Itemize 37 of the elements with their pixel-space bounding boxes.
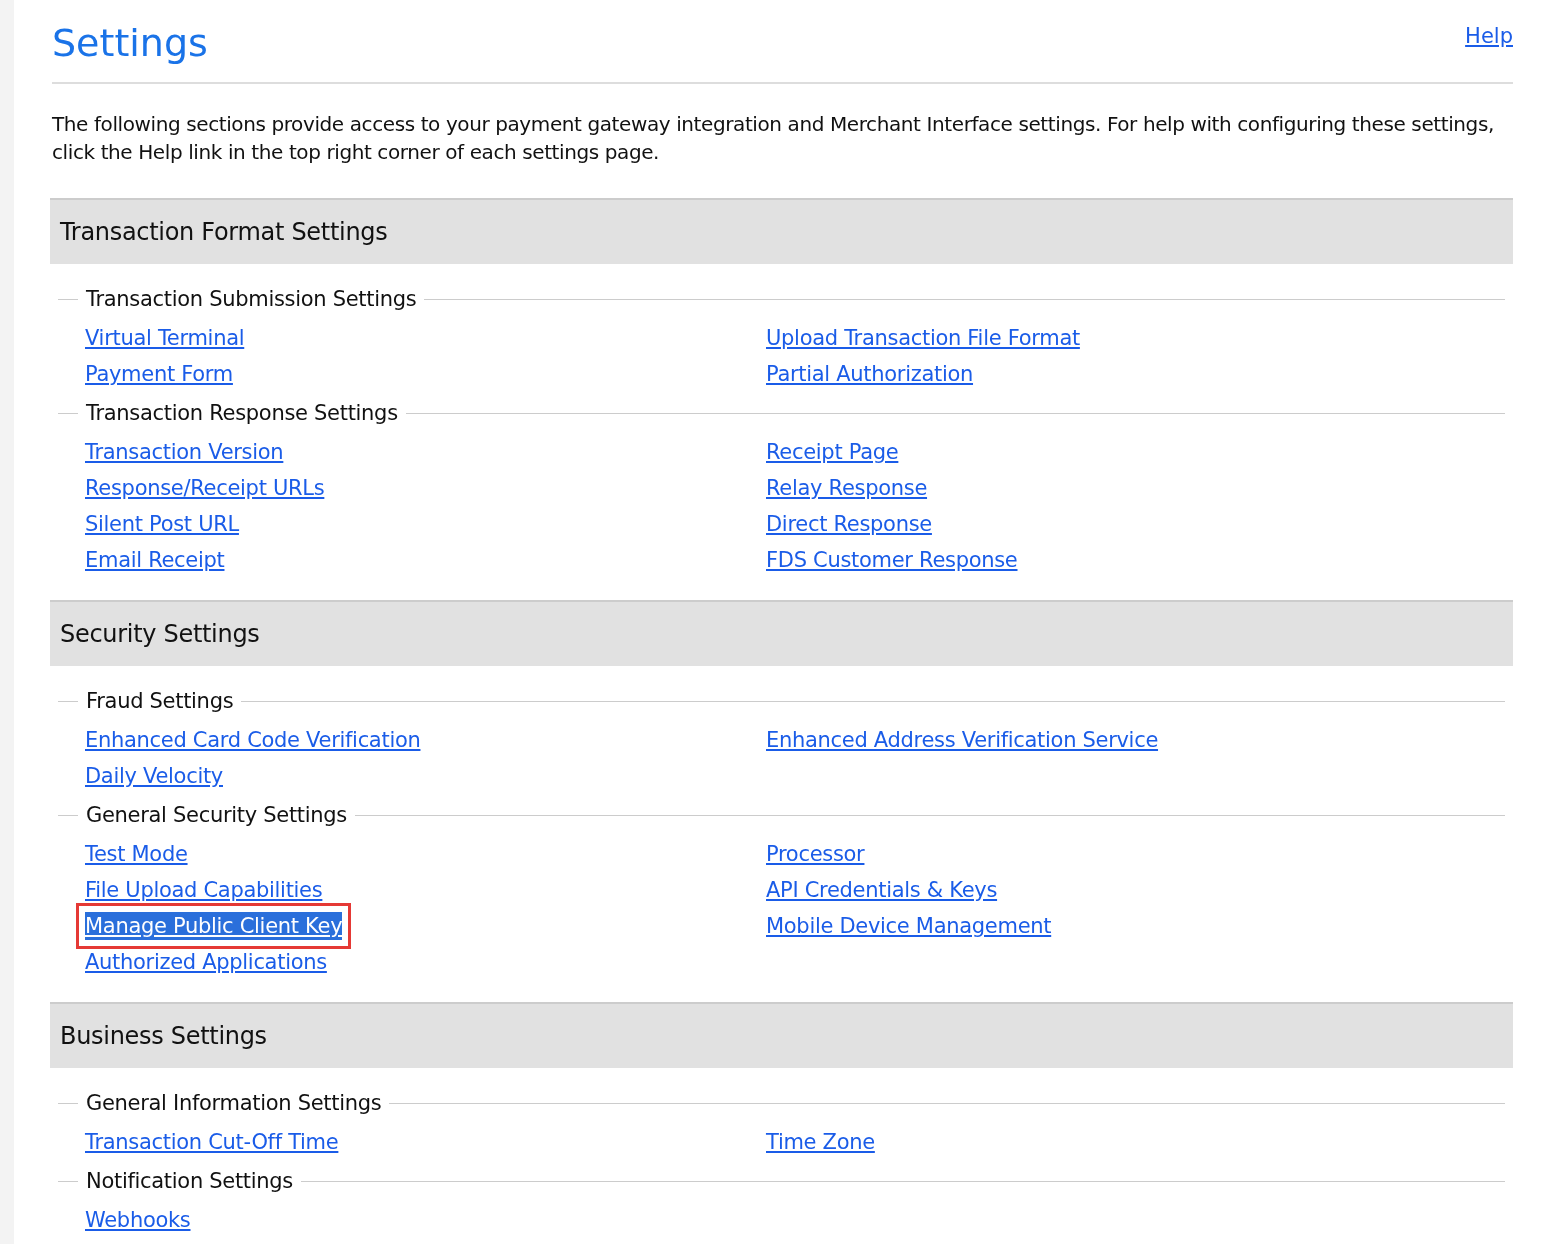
settings-link[interactable]: Silent Post URL: [85, 506, 239, 542]
settings-link[interactable]: Upload Transaction File Format: [766, 320, 1080, 356]
settings-link[interactable]: Test Mode: [85, 836, 188, 872]
settings-link[interactable]: Manage Public Client Key: [85, 912, 343, 940]
settings-link[interactable]: Receipt Page: [766, 434, 899, 470]
group-title: General Security Settings: [85, 803, 348, 827]
settings-link[interactable]: Mobile Device Management: [766, 908, 1052, 944]
settings-link[interactable]: Processor: [766, 836, 865, 872]
group-title: General Information Settings: [85, 1091, 383, 1115]
group-title: Transaction Submission Settings: [85, 287, 418, 311]
settings-link[interactable]: Transaction Version: [85, 434, 284, 470]
settings-link[interactable]: File Upload Capabilities: [85, 872, 323, 908]
settings-link[interactable]: Transaction Cut-Off Time: [85, 1124, 339, 1160]
settings-link[interactable]: Virtual Terminal: [85, 320, 245, 356]
settings-link[interactable]: Daily Velocity: [85, 758, 223, 794]
settings-link[interactable]: Webhooks: [85, 1202, 191, 1238]
settings-link[interactable]: Enhanced Card Code Verification: [85, 722, 421, 758]
settings-link[interactable]: Partial Authorization: [766, 356, 974, 392]
group-title: Fraud Settings: [85, 689, 235, 713]
settings-link[interactable]: Time Zone: [766, 1124, 875, 1160]
settings-link[interactable]: Enhanced Address Verification Service: [766, 722, 1159, 758]
section-title: Business Settings: [59, 1022, 267, 1050]
page-title: Settings: [52, 20, 208, 67]
section-title: Transaction Format Settings: [59, 218, 388, 246]
settings-link[interactable]: Direct Response: [766, 506, 932, 542]
settings-link[interactable]: Payment Form: [85, 356, 233, 392]
settings-link[interactable]: Relay Response: [766, 470, 928, 506]
help-link[interactable]: Help: [1465, 24, 1513, 48]
intro-text: The following sections provide access to your payment gateway integration and Merchant Interface settings. For help with configuring these settings, click the Help link in the top right corner of each settings page.: [52, 111, 1495, 166]
settings-link[interactable]: Authorized Applications: [85, 944, 327, 980]
section-title: Security Settings: [59, 620, 260, 648]
group-title: Notification Settings: [85, 1169, 294, 1193]
settings-link[interactable]: API Credentials & Keys: [766, 872, 998, 908]
settings-link[interactable]: Email Receipt: [85, 542, 225, 578]
group-title: Transaction Response Settings: [85, 401, 399, 425]
settings-link[interactable]: FDS Customer Response: [766, 542, 1018, 578]
settings-link[interactable]: Response/Receipt URLs: [85, 470, 325, 506]
